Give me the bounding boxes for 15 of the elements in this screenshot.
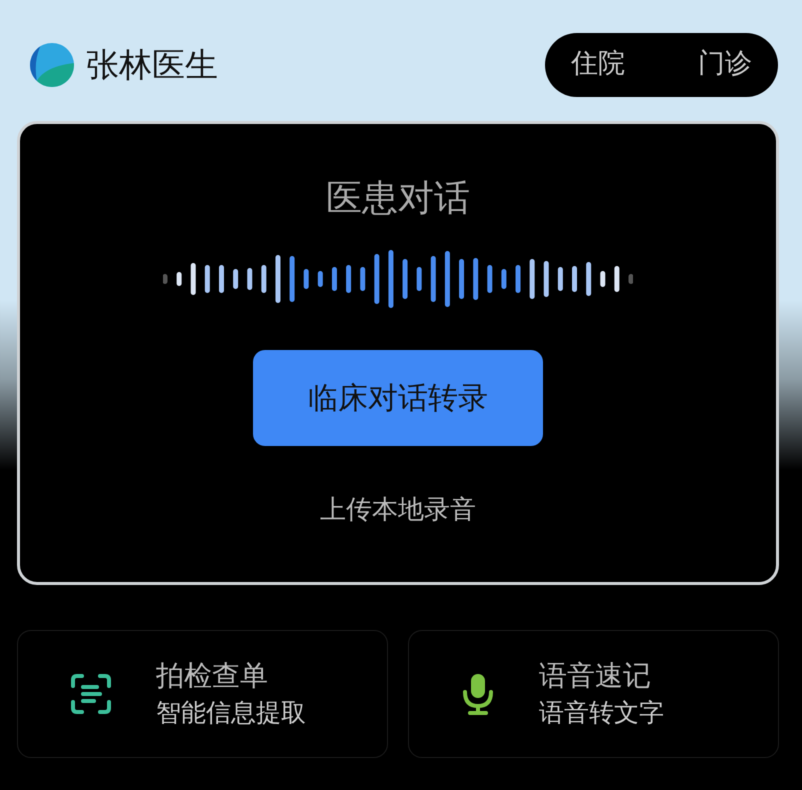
scan-document-icon [70,673,112,715]
card-title: 医患对话 [326,177,470,221]
feature-title: 拍检查单 [156,658,269,694]
doctor-name: 张林医生 [86,44,218,86]
tab[interactable]: 门诊 [698,44,752,85]
microphone-icon [461,672,495,716]
transcribe-button[interactable]: 临床对话转录 [253,350,543,446]
feature-card[interactable]: 拍检查单 智能信息提取 [17,630,388,758]
feature-card[interactable]: 语音速记 语音转文字 [408,630,779,758]
upload-link[interactable]: 上传本地录音 [320,491,476,530]
feature-subtitle: 智能信息提取 [156,696,306,729]
feature-subtitle: 语音转文字 [539,696,664,729]
feature-title: 语音速记 [539,658,652,694]
tab[interactable]: 住院 [571,44,625,85]
logo-icon [30,42,74,86]
